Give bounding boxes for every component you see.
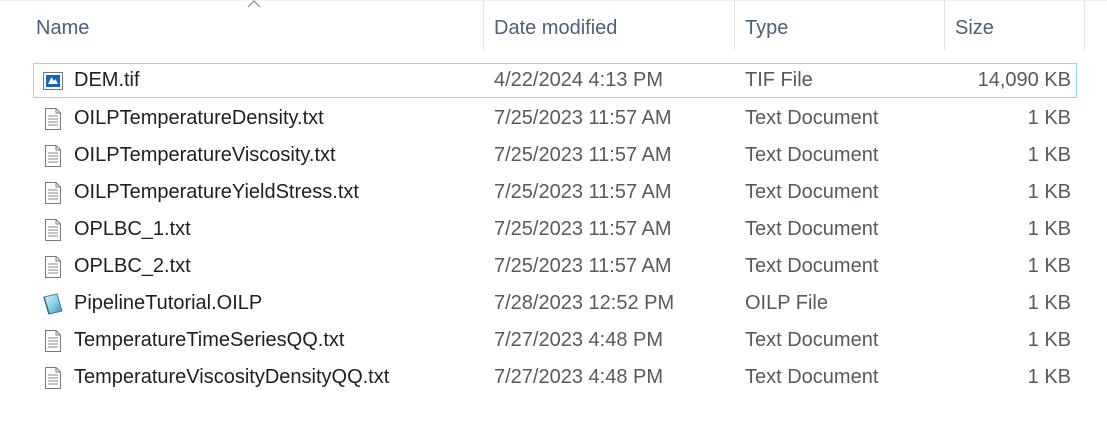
text-file-icon <box>45 144 61 167</box>
file-row-7[interactable]: PipelineTutorial.OILP 7/28/2023 12:52 PM… <box>0 285 1107 322</box>
file-icon-cell <box>40 137 66 174</box>
file-size: 1 KB <box>1027 292 1071 314</box>
file-name: TemperatureViscosityDensityQQ.txt <box>74 366 390 388</box>
file-row-8[interactable]: TemperatureTimeSeriesQQ.txt 7/27/2023 4:… <box>0 322 1107 359</box>
file-name: TemperatureTimeSeriesQQ.txt <box>74 329 345 351</box>
file-name: PipelineTutorial.OILP <box>74 292 263 314</box>
file-date-modified: 7/28/2023 12:52 PM <box>494 292 675 314</box>
file-type: Text Document <box>745 181 879 203</box>
file-type: OILP File <box>745 292 828 314</box>
file-row-2[interactable]: OILPTemperatureDensity.txt 7/25/2023 11:… <box>0 100 1107 137</box>
file-row-4[interactable]: OILPTemperatureYieldStress.txt 7/25/2023… <box>0 174 1107 211</box>
column-header-name[interactable]: Name <box>26 0 483 56</box>
column-header-type-label: Type <box>745 16 789 39</box>
file-name: OPLBC_2.txt <box>74 255 191 277</box>
column-header-size-label: Size <box>955 16 994 39</box>
file-rows: DEM.tif 4/22/2024 4:13 PM TIF File 14,09… <box>0 63 1107 396</box>
file-type: TIF File <box>745 69 813 91</box>
file-size: 1 KB <box>1027 255 1071 277</box>
column-header-name-label: Name <box>36 16 90 39</box>
file-date-modified: 4/22/2024 4:13 PM <box>494 69 664 91</box>
image-file-icon <box>43 71 63 90</box>
column-header-date-modified[interactable]: Date modified <box>484 0 734 56</box>
file-list-view: Name Date modified Type Size DEM.tif 4/2… <box>0 0 1107 432</box>
file-size: 1 KB <box>1027 329 1071 351</box>
file-date-modified: 7/27/2023 4:48 PM <box>494 366 664 388</box>
file-icon-cell <box>40 211 66 248</box>
file-size: 14,090 KB <box>977 69 1071 91</box>
oilp-file-icon <box>43 292 63 315</box>
file-name: OILPTemperatureViscosity.txt <box>74 144 336 166</box>
file-icon-cell <box>40 285 66 322</box>
file-icon-cell <box>40 100 66 137</box>
file-size: 1 KB <box>1027 366 1071 388</box>
file-icon-cell <box>40 174 66 211</box>
file-name: DEM.tif <box>74 69 140 91</box>
text-file-icon <box>45 329 61 352</box>
file-row-5[interactable]: OPLBC_1.txt 7/25/2023 11:57 AM Text Docu… <box>0 211 1107 248</box>
text-file-icon <box>45 218 61 241</box>
file-size: 1 KB <box>1027 218 1071 240</box>
file-type: Text Document <box>745 366 879 388</box>
file-type: Text Document <box>745 329 879 351</box>
text-file-icon <box>45 181 61 204</box>
file-row-3[interactable]: OILPTemperatureViscosity.txt 7/25/2023 1… <box>0 137 1107 174</box>
file-name: OPLBC_1.txt <box>74 218 191 240</box>
file-row-9[interactable]: TemperatureViscosityDensityQQ.txt 7/27/2… <box>0 359 1107 396</box>
file-type: Text Document <box>745 255 879 277</box>
file-date-modified: 7/27/2023 4:48 PM <box>494 329 664 351</box>
file-date-modified: 7/25/2023 11:57 AM <box>494 144 672 166</box>
file-row-6[interactable]: OPLBC_2.txt 7/25/2023 11:57 AM Text Docu… <box>0 248 1107 285</box>
file-row-1[interactable]: DEM.tif 4/22/2024 4:13 PM TIF File 14,09… <box>0 63 1107 100</box>
file-size: 1 KB <box>1027 144 1071 166</box>
file-icon-cell <box>40 359 66 396</box>
column-header-type[interactable]: Type <box>735 0 944 56</box>
column-divider[interactable] <box>1084 0 1085 50</box>
file-type: Text Document <box>745 107 879 129</box>
column-header-size[interactable]: Size <box>945 0 1084 56</box>
file-date-modified: 7/25/2023 11:57 AM <box>494 107 672 129</box>
file-type: Text Document <box>745 144 879 166</box>
file-icon-cell <box>40 322 66 359</box>
file-name: OILPTemperatureYieldStress.txt <box>74 181 359 203</box>
file-date-modified: 7/25/2023 11:57 AM <box>494 255 672 277</box>
column-header-bar: Name Date modified Type Size <box>0 0 1107 56</box>
file-name: OILPTemperatureDensity.txt <box>74 107 324 129</box>
file-size: 1 KB <box>1027 181 1071 203</box>
column-header-date-label: Date modified <box>494 16 618 39</box>
file-icon-cell <box>40 63 66 98</box>
file-icon-cell <box>40 248 66 285</box>
file-date-modified: 7/25/2023 11:57 AM <box>494 218 672 240</box>
text-file-icon <box>45 107 61 130</box>
file-date-modified: 7/25/2023 11:57 AM <box>494 181 672 203</box>
file-size: 1 KB <box>1027 107 1071 129</box>
text-file-icon <box>45 255 61 278</box>
file-type: Text Document <box>745 218 879 240</box>
text-file-icon <box>45 366 61 389</box>
